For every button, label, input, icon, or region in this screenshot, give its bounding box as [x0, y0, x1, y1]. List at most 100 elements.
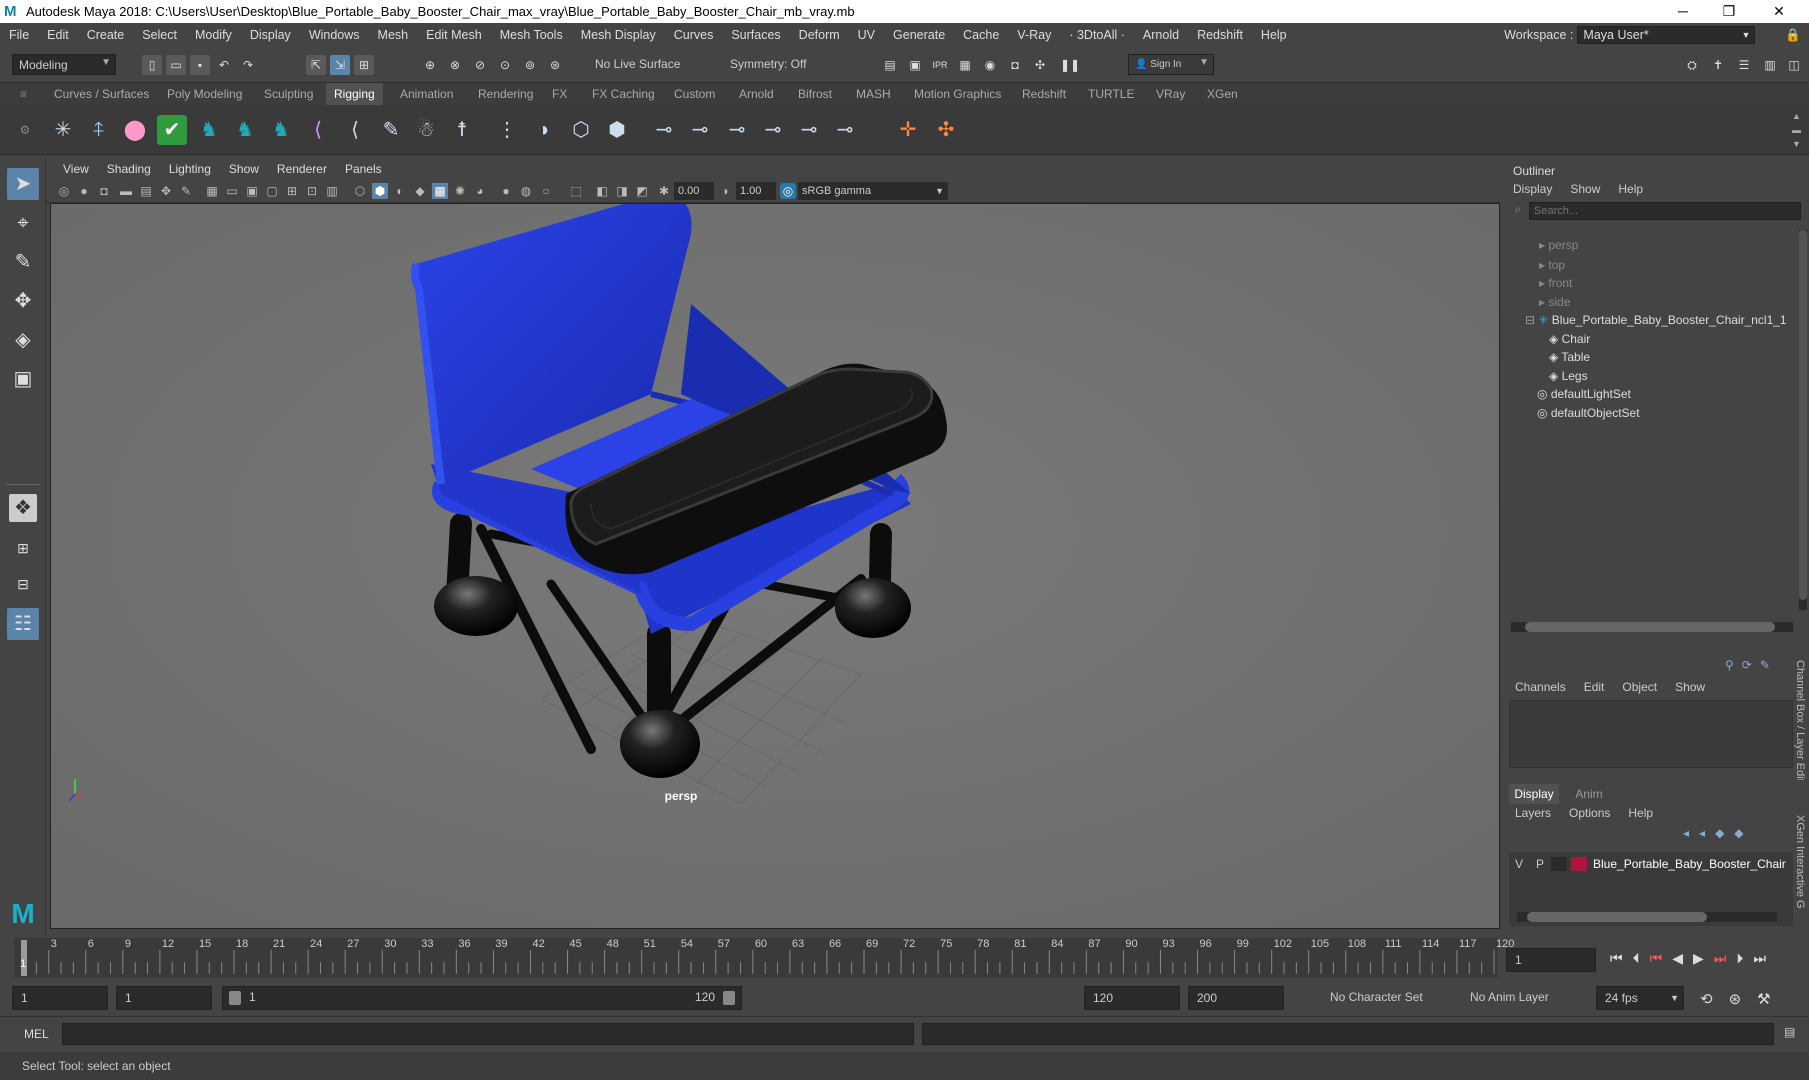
orient-constraint-icon[interactable]: ⊸ [722, 115, 752, 145]
sign-in-button[interactable]: 👤 Sign In ▼ [1128, 54, 1214, 75]
colorspace-dropdown[interactable]: sRGB gamma ▼ [798, 182, 948, 200]
range-start-handle[interactable] [229, 991, 241, 1005]
pole-vector-icon[interactable]: ⊸ [830, 115, 860, 145]
constraint-orient-icon[interactable]: ◑ [528, 115, 558, 145]
isolate-select-icon[interactable]: ⬚ [568, 183, 584, 199]
auto-key-icon[interactable]: ⊛ [1729, 990, 1742, 1008]
tab-rendering[interactable]: Rendering [476, 83, 535, 105]
field-chart-icon[interactable]: ⊞ [284, 183, 300, 199]
screen-space-ao-icon[interactable]: ● [498, 183, 514, 199]
hypershade-icon[interactable]: ◉ [980, 55, 1000, 75]
shelf-scroll[interactable]: ▲ ▬ ▼ [1792, 109, 1801, 151]
animation-start-field[interactable]: 1 [12, 986, 108, 1010]
ipr-render-icon[interactable]: IPR [930, 55, 950, 75]
shelf-settings-icon[interactable]: ⚙ [18, 115, 32, 145]
anti-aliasing-icon[interactable]: ○ [538, 183, 554, 199]
play-forward-icon[interactable]: ▶ [1693, 950, 1704, 967]
menu-file[interactable]: File [0, 28, 38, 42]
use-all-lights-icon[interactable]: ✺ [452, 183, 468, 199]
mel-label[interactable]: MEL [24, 1027, 49, 1041]
layer-playback-toggle[interactable]: P [1529, 857, 1551, 871]
rotate-tool-icon[interactable]: ◈ [7, 324, 39, 356]
outliner-item-default-light-set[interactable]: ◎ defaultLightSet [1537, 384, 1631, 404]
vp-menu-panels[interactable]: Panels [336, 162, 391, 176]
color-management-icon[interactable]: ◎ [780, 183, 796, 199]
symmetry-field[interactable]: Symmetry: Off [724, 54, 814, 75]
hik-character-icon[interactable]: ♞ [194, 115, 224, 145]
loop-icon[interactable]: ⟲ [1700, 990, 1713, 1008]
tab-redshift[interactable]: Redshift [1020, 83, 1068, 105]
tab-custom[interactable]: Custom [672, 83, 717, 105]
outliner-menu-show[interactable]: Show [1570, 182, 1600, 196]
close-button[interactable]: ✕ [1756, 0, 1802, 23]
script-editor-icon[interactable]: ▤ [1784, 1025, 1795, 1039]
play-backward-icon[interactable]: ◀ [1672, 950, 1683, 967]
human-ik-icon[interactable]: ☨ [447, 115, 477, 145]
safe-title-icon[interactable]: ▥ [324, 183, 340, 199]
tab-poly-modeling[interactable]: Poly Modeling [165, 83, 244, 105]
exposure-field[interactable]: 0.00 [674, 182, 714, 200]
menu-deform[interactable]: Deform [790, 28, 849, 42]
parent-constraint-icon[interactable]: ⊸ [649, 115, 679, 145]
exposure-icon[interactable]: ✱ [656, 183, 672, 199]
menu-edit-mesh[interactable]: Edit Mesh [417, 28, 491, 42]
menu-modify[interactable]: Modify [186, 28, 241, 42]
aim-constraint-icon[interactable]: ⊸ [794, 115, 824, 145]
attribute-editor-icon[interactable]: ☰ [1734, 55, 1754, 75]
menu-select[interactable]: Select [133, 28, 186, 42]
bookmark-icon[interactable]: ▬ [118, 183, 134, 199]
cb-menu-edit[interactable]: Edit [1584, 680, 1605, 694]
orient-joint-icon[interactable]: ⟨ [340, 115, 370, 145]
bind-skin-icon[interactable]: ✔ [157, 115, 187, 145]
constraint-point-icon[interactable]: ⋮ [492, 115, 522, 145]
scale-constraint-icon[interactable]: ⊸ [758, 115, 788, 145]
select-component-icon[interactable]: ⊞ [354, 55, 374, 75]
tab-vray[interactable]: VRay [1154, 83, 1187, 105]
snap-curve-icon[interactable]: ⊗ [445, 55, 465, 75]
move-layer-down-icon[interactable]: ◂ [1699, 826, 1705, 840]
range-slider[interactable]: 1 120 [222, 986, 742, 1010]
save-scene-icon[interactable]: ▪ [190, 55, 210, 75]
menu-arnold[interactable]: Arnold [1134, 28, 1188, 42]
new-layer-selected-icon[interactable]: ◆ [1734, 826, 1743, 840]
cb-menu-show[interactable]: Show [1675, 680, 1705, 694]
two-view-icon[interactable]: ⊟ [7, 568, 39, 600]
single-perspective-icon[interactable]: ❖ [9, 494, 37, 522]
snap-pivot-icon[interactable]: ⊛ [545, 55, 565, 75]
shadows-icon[interactable]: ◕ [472, 183, 488, 199]
outliner-item-front[interactable]: ▸ front [1539, 273, 1572, 293]
menu-uv[interactable]: UV [849, 28, 884, 42]
snap-point-icon[interactable]: ⊘ [470, 55, 490, 75]
outliner-item-legs[interactable]: ◈ Legs [1549, 366, 1588, 386]
vp-menu-shading[interactable]: Shading [98, 162, 160, 176]
cb-refresh-icon[interactable]: ⟳ [1742, 658, 1752, 672]
cb-menu-object[interactable]: Object [1622, 680, 1657, 694]
render-frame-icon[interactable]: ▣ [905, 55, 925, 75]
snap-grid-icon[interactable]: ⊕ [420, 55, 440, 75]
open-scene-icon[interactable]: ▭ [166, 55, 186, 75]
menu-edit[interactable]: Edit [38, 28, 78, 42]
cb-pivot-icon[interactable]: ⚲ [1725, 658, 1734, 672]
snap-surface-icon[interactable]: ⊚ [520, 55, 540, 75]
menu-help[interactable]: Help [1252, 28, 1296, 42]
tab-fx[interactable]: FX [550, 83, 569, 105]
hik-control-icon[interactable]: ♞ [266, 115, 296, 145]
animation-end-field[interactable]: 200 [1188, 986, 1284, 1010]
mel-command-input[interactable] [62, 1023, 914, 1045]
lock-camera-icon[interactable]: ● [76, 183, 92, 199]
mode-dropdown[interactable]: Modeling ▼ [12, 54, 116, 75]
locator-icon[interactable]: ✛ [893, 115, 923, 145]
tab-animation[interactable]: Animation [398, 83, 455, 105]
menu-3dtoall[interactable]: · 3DtoAll · [1060, 28, 1134, 42]
vp-menu-lighting[interactable]: Lighting [160, 162, 220, 176]
vray-ipr-icon[interactable]: ✣ [1030, 55, 1050, 75]
layers-menu-help[interactable]: Help [1628, 806, 1653, 820]
camera-attributes-icon[interactable]: ◘ [96, 183, 112, 199]
gate-mask-icon[interactable]: ▢ [264, 183, 280, 199]
workspace-dropdown[interactable]: Maya User* ▼ [1577, 26, 1756, 44]
lock-icon[interactable]: 🔒 [1785, 28, 1809, 43]
menu-surfaces[interactable]: Surfaces [722, 28, 789, 42]
paint-weights-icon[interactable]: ✎ [376, 115, 406, 145]
menu-cache[interactable]: Cache [954, 28, 1008, 42]
step-forward-key-icon[interactable]: ⏭ [1714, 950, 1727, 967]
